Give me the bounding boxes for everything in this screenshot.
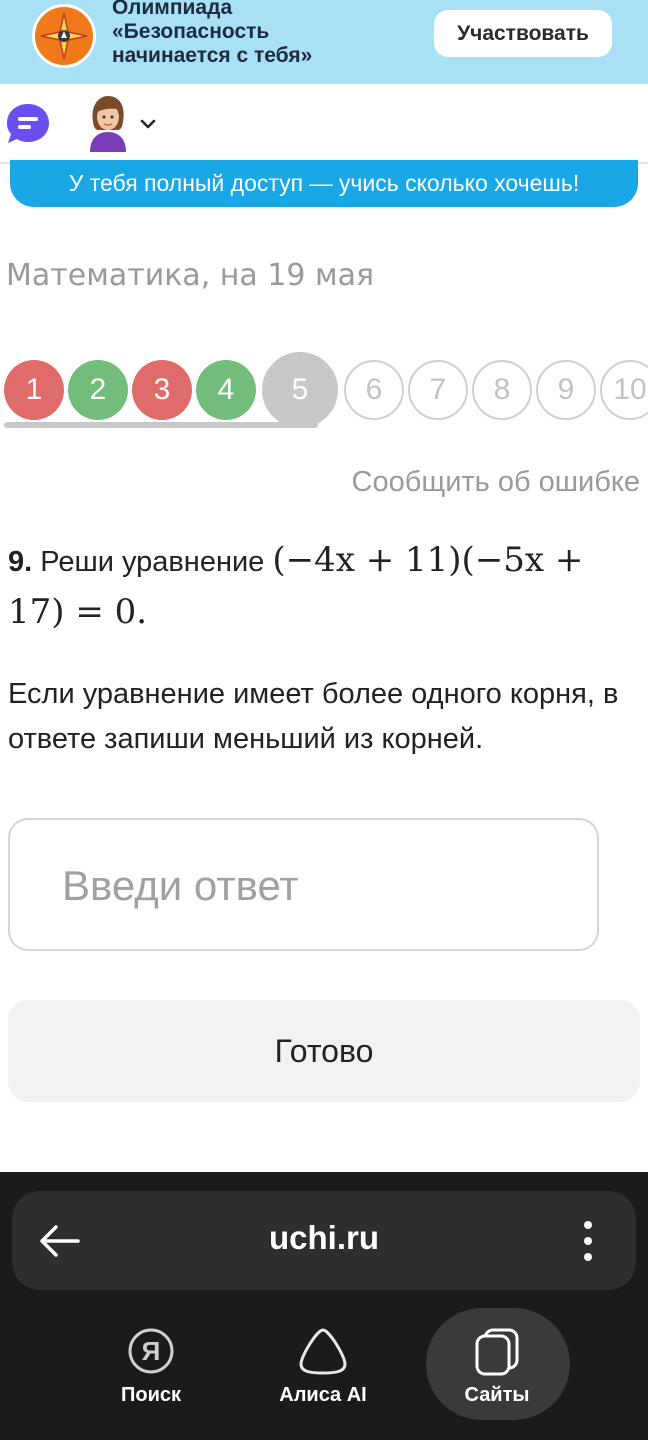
nav-sites[interactable]: Сайты	[422, 1312, 572, 1422]
participate-button[interactable]: Участвовать	[434, 10, 612, 57]
question-line-1: 9. Реши уравнение (−4x + 11)(−5x +	[8, 540, 583, 580]
question-hint: Если уравнение имеет более одного корня,…	[8, 678, 619, 755]
question-number: 9.	[8, 546, 33, 578]
svg-text:Я: Я	[142, 1336, 161, 1366]
chat-icon[interactable]	[4, 100, 52, 148]
report-error-link[interactable]: Сообщить об ошибке	[352, 466, 640, 499]
task-dot-1[interactable]: 1	[4, 360, 64, 420]
page-title: Математика, на 19 мая	[6, 258, 375, 293]
banner-line-1: Олимпиада	[112, 0, 233, 19]
task-dot-5[interactable]: 5	[262, 352, 338, 428]
url-text[interactable]: uchi.ru	[12, 1219, 636, 1257]
task-progress-scrollbar[interactable]	[4, 422, 318, 428]
nav-search-label: Поиск	[120, 1384, 182, 1406]
browser-bar: uchi.ru Я Поиск Алиса AI Сайты	[0, 1172, 648, 1440]
avatar[interactable]	[84, 94, 132, 152]
olympiad-banner[interactable]: Олимпиада «Безопасность начинается с теб…	[0, 0, 648, 84]
task-dot-10[interactable]: 10	[600, 360, 648, 420]
done-button[interactable]: Готово	[8, 1000, 640, 1102]
nav-alice-label: Алиса AI	[279, 1384, 367, 1406]
equation-part-1: (−4x + 11)(−5x +	[272, 540, 584, 580]
task-dot-3[interactable]: 3	[132, 360, 192, 420]
answer-input[interactable]: Введи ответ	[8, 818, 599, 951]
task-progress: 1 2 3 4 5 6 7 8 9 10	[0, 352, 648, 432]
chevron-down-icon[interactable]	[138, 114, 158, 134]
banner-line-2: «Безопасность	[112, 20, 270, 43]
banner-title: Олимпиада «Безопасность начинается с теб…	[112, 0, 412, 68]
question-line-2: 17) = 0.	[8, 592, 147, 632]
more-vertical-icon[interactable]	[578, 1219, 598, 1263]
answer-placeholder: Введи ответ	[62, 862, 299, 909]
alice-icon	[299, 1328, 347, 1375]
task-dot-8[interactable]: 8	[472, 360, 532, 420]
nav-sites-label: Сайты	[464, 1384, 530, 1406]
tabs-icon	[475, 1328, 519, 1376]
nav-search[interactable]: Я Поиск	[76, 1312, 226, 1422]
task-dot-9[interactable]: 9	[536, 360, 596, 420]
address-bar[interactable]: uchi.ru	[12, 1191, 636, 1290]
olympiad-logo-icon	[32, 4, 96, 68]
question-text: Реши уравнение	[40, 546, 265, 578]
nav-alice[interactable]: Алиса AI	[248, 1312, 398, 1422]
task-dot-4[interactable]: 4	[196, 360, 256, 420]
equation-part-2: 17) = 0.	[8, 592, 148, 632]
app-header	[0, 84, 648, 164]
task-dot-7[interactable]: 7	[408, 360, 468, 420]
task-dot-2[interactable]: 2	[68, 360, 128, 420]
task-dot-6[interactable]: 6	[344, 360, 404, 420]
banner-line-3: начинается с тебя»	[112, 44, 313, 67]
full-access-notice: У тебя полный доступ — учись сколько хоч…	[10, 160, 638, 207]
yandex-search-icon: Я	[128, 1328, 174, 1374]
